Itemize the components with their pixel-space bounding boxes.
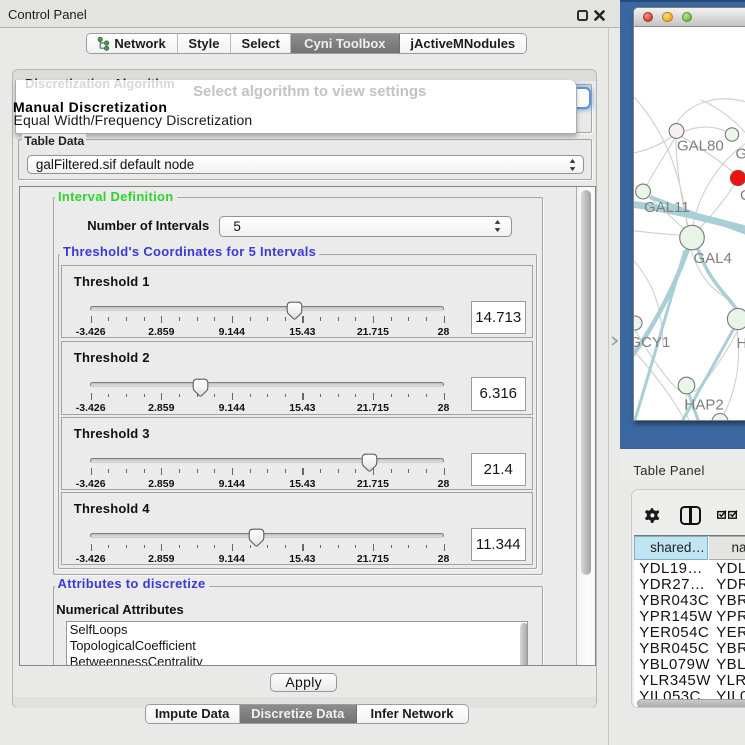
svg-text:GA: GA	[736, 146, 745, 163]
svg-text:HI: HI	[737, 335, 745, 352]
svg-text:GAL11: GAL11	[644, 199, 690, 216]
svg-text:HAP2: HAP2	[685, 397, 724, 414]
svg-text:GCY1: GCY1	[634, 334, 670, 351]
svg-text:GAL4: GAL4	[694, 250, 732, 267]
svg-text:GAL80: GAL80	[677, 138, 724, 155]
svg-text:CO: CO	[740, 187, 745, 204]
